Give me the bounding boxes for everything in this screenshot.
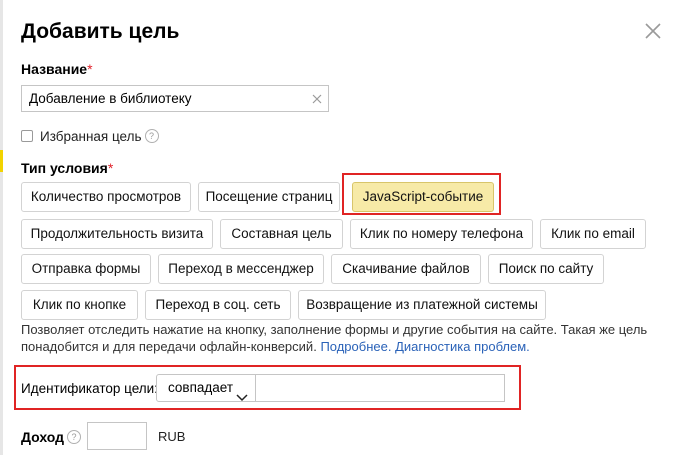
condition-option-file-download[interactable]: Скачивание файлов xyxy=(331,254,481,284)
required-mark: * xyxy=(87,61,93,77)
left-edge-strip xyxy=(0,0,3,455)
revenue-label: Доход xyxy=(21,429,65,445)
condition-option-site-search[interactable]: Поиск по сайту xyxy=(488,254,604,284)
condition-option-page-visit[interactable]: Посещение страниц xyxy=(198,182,340,212)
condition-type-label: Тип условия* xyxy=(21,160,113,176)
goal-id-label: Идентификатор цели: xyxy=(21,381,158,396)
favorite-label: Избранная цель xyxy=(40,128,142,144)
condition-option-social[interactable]: Переход в соц. сеть xyxy=(145,290,291,320)
help-icon[interactable]: ? xyxy=(67,430,82,444)
condition-option-button-click[interactable]: Клик по кнопке xyxy=(21,290,138,320)
more-link[interactable]: Подробнее. xyxy=(320,339,391,354)
left-edge-marker xyxy=(0,150,3,172)
revenue-input[interactable] xyxy=(87,422,147,450)
condition-option-payment-return[interactable]: Возвращение из платежной системы xyxy=(298,290,546,320)
favorite-row: Избранная цель ? xyxy=(21,128,159,144)
condition-type-label-text: Тип условия xyxy=(21,160,108,176)
condition-option-form-submit[interactable]: Отправка формы xyxy=(21,254,151,284)
match-type-select[interactable]: совпадает xyxy=(156,374,256,402)
match-type-value: совпадает xyxy=(168,380,234,395)
condition-option-visit-duration[interactable]: Продолжительность визита xyxy=(21,219,213,249)
goal-name-input[interactable]: Добавление в библиотеку xyxy=(21,85,329,112)
help-icon[interactable]: ? xyxy=(144,129,159,143)
name-label: Название* xyxy=(21,61,93,77)
condition-option-composite[interactable]: Составная цель xyxy=(220,219,343,249)
condition-description: Позволяет отследить нажатие на кнопку, з… xyxy=(21,321,661,355)
chevron-down-icon xyxy=(236,385,248,411)
clear-input-icon[interactable] xyxy=(310,92,324,106)
condition-option-messenger[interactable]: Переход в мессенджер xyxy=(158,254,324,284)
condition-option-javascript-event[interactable]: JavaScript-событие xyxy=(352,182,494,212)
favorite-checkbox[interactable] xyxy=(21,130,33,142)
condition-option-email-click[interactable]: Клик по email xyxy=(540,219,646,249)
diagnostics-link[interactable]: Диагностика проблем. xyxy=(395,339,530,354)
close-icon[interactable] xyxy=(642,20,664,42)
condition-option-views[interactable]: Количество просмотров xyxy=(21,182,191,212)
currency-label: RUB xyxy=(158,429,186,444)
goal-id-input[interactable] xyxy=(256,374,505,402)
condition-option-phone-click[interactable]: Клик по номеру телефона xyxy=(350,219,533,249)
required-mark: * xyxy=(107,160,114,176)
dialog-title: Добавить цель xyxy=(21,20,180,43)
name-label-text: Название xyxy=(21,61,88,77)
revenue-label-row: Доход ? xyxy=(21,429,82,445)
